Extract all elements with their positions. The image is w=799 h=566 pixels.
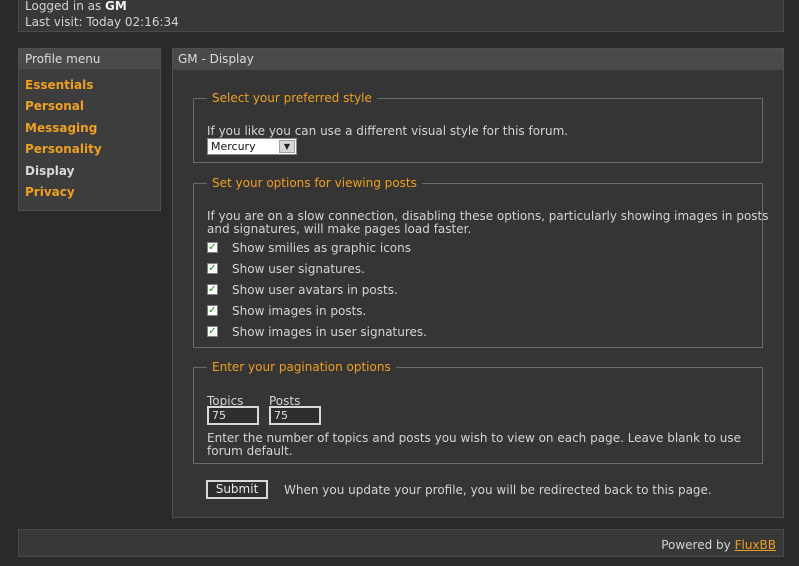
pagination-fieldset: Enter your pagination options Topics 75 … — [193, 360, 763, 464]
display-settings-panel: GM - Display Select your preferred style… — [172, 48, 784, 518]
profile-menu-list: Essentials Personal Messaging Personalit… — [19, 70, 160, 206]
topics-input[interactable]: 75 — [207, 406, 259, 425]
style-description: If you like you can use a different visu… — [207, 124, 569, 138]
sidebar-item-messaging[interactable]: Messaging — [25, 121, 160, 142]
signatures-checkbox[interactable]: ✓ — [207, 263, 218, 274]
logged-in-prefix: Logged in as — [25, 0, 106, 13]
profile-menu-title: Profile menu — [19, 49, 160, 70]
sidebar-item-essentials[interactable]: Essentials — [25, 78, 160, 99]
sidebar-item-personality[interactable]: Personality — [25, 142, 160, 163]
posts-input[interactable]: 75 — [269, 406, 321, 425]
submit-note: When you update your profile, you will b… — [284, 483, 712, 497]
images-posts-label: Show images in posts. — [232, 304, 367, 318]
logged-in-line: Logged in as GM — [25, 0, 127, 13]
images-posts-checkbox[interactable]: ✓ — [207, 305, 218, 316]
chevron-down-icon[interactable]: ▼ — [279, 140, 295, 153]
avatars-checkbox[interactable]: ✓ — [207, 284, 218, 295]
images-signatures-label: Show images in user signatures. — [232, 325, 427, 339]
avatars-label: Show user avatars in posts. — [232, 283, 398, 297]
footer: Powered by FluxBB — [18, 529, 784, 557]
signatures-label: Show user signatures. — [232, 262, 365, 276]
pagination-note-line2: forum default. — [207, 444, 293, 458]
images-signatures-checkbox[interactable]: ✓ — [207, 326, 218, 337]
smilies-label: Show smilies as graphic icons — [232, 241, 412, 255]
viewing-options-fieldset: Set your options for viewing posts If yo… — [193, 176, 769, 348]
viewing-description-line2: and signatures, will make pages load fas… — [207, 222, 472, 236]
user-status-bar: Logged in as GM Last visit: Today 02:16:… — [18, 0, 784, 32]
pagination-legend: Enter your pagination options — [212, 360, 391, 374]
sidebar-item-privacy[interactable]: Privacy — [25, 185, 160, 206]
username: GM — [105, 0, 127, 13]
smilies-checkbox[interactable]: ✓ — [207, 242, 218, 253]
profile-menu: Profile menu Essentials Personal Messagi… — [18, 48, 161, 211]
viewing-options-legend: Set your options for viewing posts — [212, 176, 417, 190]
sidebar-item-display[interactable]: Display — [25, 164, 160, 185]
page-title: GM - Display — [173, 49, 783, 70]
style-legend: Select your preferred style — [212, 91, 372, 105]
powered-by-prefix: Powered by — [661, 538, 735, 552]
style-select-value: Mercury — [211, 140, 256, 153]
fluxbb-link[interactable]: FluxBB — [735, 538, 776, 552]
style-fieldset: Select your preferred style If you like … — [193, 91, 763, 163]
sidebar-item-personal[interactable]: Personal — [25, 99, 160, 120]
powered-by: Powered by FluxBB — [661, 538, 776, 552]
submit-button[interactable]: Submit — [206, 480, 268, 499]
style-select[interactable]: Mercury ▼ — [207, 138, 297, 155]
last-visit-text: Last visit: Today 02:16:34 — [25, 15, 179, 29]
